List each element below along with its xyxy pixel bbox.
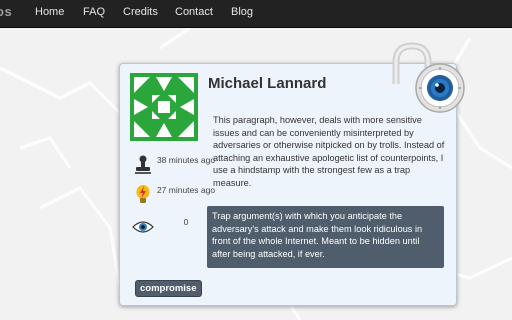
- trap-argument-box: Trap argument(s) with which you anticipa…: [207, 206, 444, 268]
- nav-link-credits[interactable]: Credits: [123, 6, 158, 18]
- navbar: os Home FAQ Credits Contact Blog: [0, 0, 512, 28]
- compromise-button[interactable]: compromise: [135, 280, 202, 297]
- hindstamp-paragraph: This paragraph, however, deals with more…: [213, 115, 445, 188]
- eye-icon: [132, 216, 154, 238]
- meta-views: 0: [128, 216, 208, 246]
- revealed-time: 27 minutes ago: [156, 185, 216, 195]
- open-padlock-icon[interactable]: [388, 40, 466, 114]
- meta-stamped: 38 minutes ago: [128, 154, 215, 184]
- user-name[interactable]: Michael Lannard: [208, 75, 326, 92]
- trap-argument-text: Trap argument(s) with which you anticipa…: [212, 211, 423, 259]
- brand-logo[interactable]: os: [0, 4, 12, 19]
- identicon-avatar: [130, 73, 198, 141]
- meta-revealed: 27 minutes ago: [128, 184, 215, 214]
- lightning-bulb-icon: [132, 184, 154, 206]
- nav-link-faq[interactable]: FAQ: [83, 6, 105, 18]
- nav-link-contact[interactable]: Contact: [175, 6, 213, 18]
- stamp-icon: [132, 154, 154, 176]
- nav-link-home[interactable]: Home: [35, 6, 64, 18]
- nav-link-blog[interactable]: Blog: [231, 6, 253, 18]
- stamped-time: 38 minutes ago: [156, 155, 216, 165]
